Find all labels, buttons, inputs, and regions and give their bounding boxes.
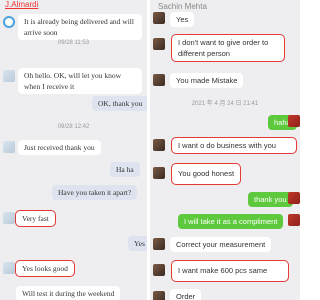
- message-bubble: I want make 600 pcs same: [171, 260, 289, 282]
- avatar: [288, 214, 300, 226]
- message-bubble: I will take it as a compliment: [178, 214, 284, 229]
- avatar: [3, 70, 15, 82]
- message-bubble: Yes looks good: [15, 260, 75, 277]
- avatar: [153, 264, 165, 276]
- avatar: [153, 291, 165, 300]
- message-bubble: Yes: [170, 12, 195, 27]
- message-bubble: Just received thank you: [18, 140, 101, 155]
- avatar: [3, 262, 15, 274]
- avatar: [153, 74, 165, 86]
- contact-name: Sachin Mehta: [158, 2, 207, 11]
- message-bubble: thank you: [248, 192, 293, 207]
- message-bubble: It is already being delivered and will a…: [18, 14, 142, 40]
- right-chat-panel: Sachin Mehta Yes I don't want to give or…: [150, 0, 300, 300]
- message-bubble: Yes: [128, 236, 147, 251]
- left-chat-panel: J.Almardi It is already being delivered …: [0, 0, 147, 300]
- avatar: [3, 141, 15, 153]
- avatar: [153, 38, 165, 50]
- message-bubble: You made Mistake: [170, 73, 244, 88]
- contact-name: J.Almardi: [5, 0, 39, 9]
- message-bubble: Ha ha: [110, 162, 140, 177]
- avatar: [288, 192, 300, 204]
- message-bubble: Have you taken it apart?: [52, 185, 138, 200]
- message-bubble: I don't want to give order to different …: [171, 34, 285, 62]
- message-bubble: You good honest: [170, 163, 242, 185]
- message-bubble: Order: [170, 289, 202, 300]
- avatar: [153, 238, 165, 250]
- message-bubble: OK, thank you: [92, 96, 147, 111]
- avatar: [3, 16, 15, 28]
- message-bubble: Oh hello. OK, will let you know when I r…: [18, 68, 142, 94]
- avatar: [3, 212, 15, 224]
- message-bubble: I want o do business with you: [171, 137, 297, 154]
- message-bubble: Will test it during the weekend: [16, 286, 121, 300]
- avatar: [153, 12, 165, 24]
- timestamp: 09/28 12:42: [57, 124, 90, 130]
- avatar: [153, 139, 165, 151]
- message-bubble: Very fast: [15, 210, 56, 227]
- avatar: [288, 115, 300, 127]
- message-bubble: Correct your measurement: [170, 237, 272, 252]
- avatar: [153, 167, 165, 179]
- timestamp: 09/28 11:53: [57, 40, 90, 46]
- timestamp: 2021 年 4 月 24 日 21:41: [191, 101, 259, 107]
